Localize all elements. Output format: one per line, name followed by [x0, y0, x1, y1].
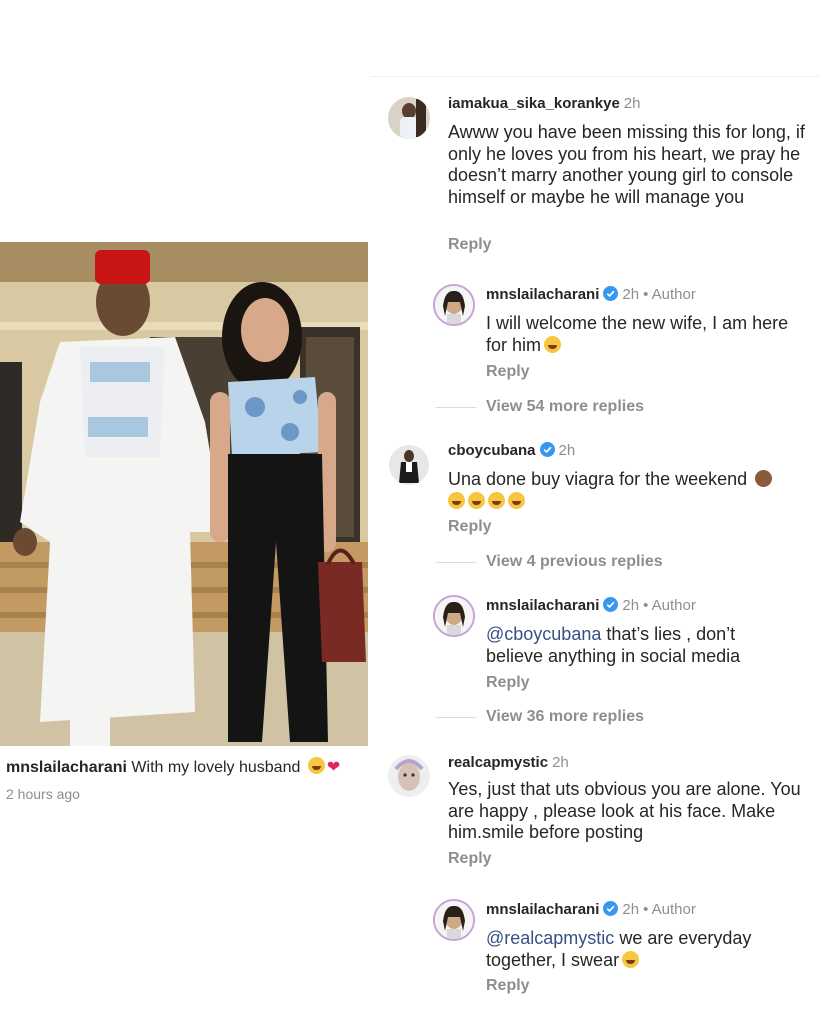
joy-emoji-icon [508, 491, 525, 509]
reply-header: mnslailacharani 2h • Author [486, 597, 696, 615]
reply-button[interactable]: Reply [486, 674, 530, 692]
reply-time: 2h [622, 901, 640, 918]
author-photo-icon [435, 901, 473, 939]
reply-text: @realcapmystic we are everyday together,… [486, 928, 806, 971]
reply-button[interactable]: Reply [448, 518, 492, 536]
reply-button[interactable]: Reply [486, 363, 530, 381]
commenter-photo-icon [388, 755, 430, 797]
caption-username[interactable]: mnslailacharani [6, 759, 127, 776]
rofl-emoji-icon [622, 950, 640, 968]
verified-badge-icon [603, 286, 619, 301]
avatar[interactable] [433, 899, 475, 941]
reply-text: @cboycubana that’s lies , don’t believe … [486, 624, 796, 667]
view-previous-replies-button[interactable]: View 4 previous replies [486, 553, 663, 571]
verified-badge-icon [603, 901, 619, 916]
author-photo-icon [435, 286, 473, 324]
comment-header: iamakua_sika_korankye 2h [448, 95, 640, 113]
reply-username[interactable]: mnslailacharani [486, 597, 599, 614]
reply-time: 2h [622, 597, 640, 614]
view-more-replies-button[interactable]: View 36 more replies [486, 708, 644, 726]
commenter-photo-icon [388, 97, 430, 139]
avatar[interactable] [433, 595, 475, 637]
comment-time: 2h [623, 95, 641, 112]
avatar[interactable] [388, 755, 430, 797]
verified-badge-icon [539, 442, 555, 457]
comment-header: cboycubana 2h [448, 442, 575, 460]
facepalm-emoji-icon [755, 470, 773, 487]
comment-time: 2h [552, 754, 569, 771]
comment-username[interactable]: cboycubana [448, 442, 536, 459]
comment-time: 2h [558, 442, 576, 459]
author-label: • Author [643, 901, 696, 918]
reply-button[interactable]: Reply [448, 236, 492, 254]
view-more-replies-button[interactable]: View 54 more replies [486, 398, 644, 416]
thread-dash [436, 717, 476, 718]
author-label: • Author [643, 286, 696, 303]
joy-emoji-icon [488, 491, 505, 509]
author-label: • Author [643, 597, 696, 614]
post-photo[interactable] [0, 242, 368, 746]
commenter-photo-icon [389, 445, 429, 485]
thread-dash [436, 407, 476, 408]
mention-link[interactable]: @cboycubana [486, 624, 601, 644]
avatar[interactable] [389, 445, 429, 485]
avatar[interactable] [388, 97, 430, 139]
comment-text: Una done buy viagra for the weekend [448, 469, 808, 512]
comment-text: Awww you have been missing this for long… [448, 122, 805, 207]
reply-time: 2h [622, 286, 640, 303]
reply-username[interactable]: mnslailacharani [486, 901, 599, 918]
post-photo-illustration [0, 242, 368, 746]
comment-header: realcapmystic 2h [448, 754, 569, 772]
mention-link[interactable]: @realcapmystic [486, 928, 614, 948]
comment-text: Yes, just that uts obvious you are alone… [448, 779, 801, 842]
reply-button[interactable]: Reply [486, 977, 530, 995]
thread-dash [436, 562, 476, 563]
comment-username[interactable]: realcapmystic [448, 754, 548, 771]
author-photo-icon [435, 597, 473, 635]
joy-emoji-icon [448, 491, 465, 509]
avatar[interactable] [433, 284, 475, 326]
reply-text: I will welcome the new wife, I am here f… [486, 313, 806, 356]
red-heart-emoji-icon: ❤ [326, 759, 341, 776]
reply-username[interactable]: mnslailacharani [486, 286, 599, 303]
comment-username[interactable]: iamakua_sika_korankye [448, 95, 620, 112]
post-caption: mnslailacharani With my lovely husband ❤ [6, 757, 371, 777]
reply-text-content: I will welcome the new wife, I am here f… [486, 313, 789, 355]
comment-text-content: Una done buy viagra for the weekend [448, 469, 748, 489]
joy-emoji-icon [468, 491, 485, 509]
reply-header: mnslailacharani 2h • Author [486, 286, 696, 304]
verified-badge-icon [603, 597, 619, 612]
caption-text: With my lovely husband [131, 759, 301, 776]
reply-button[interactable]: Reply [448, 850, 492, 868]
post-timestamp: 2 hours ago [6, 786, 80, 802]
comments-top-divider [370, 76, 819, 77]
rofl-emoji-icon [544, 335, 562, 353]
reply-header: mnslailacharani 2h • Author [486, 901, 696, 919]
crazy-face-emoji-icon [307, 757, 325, 774]
